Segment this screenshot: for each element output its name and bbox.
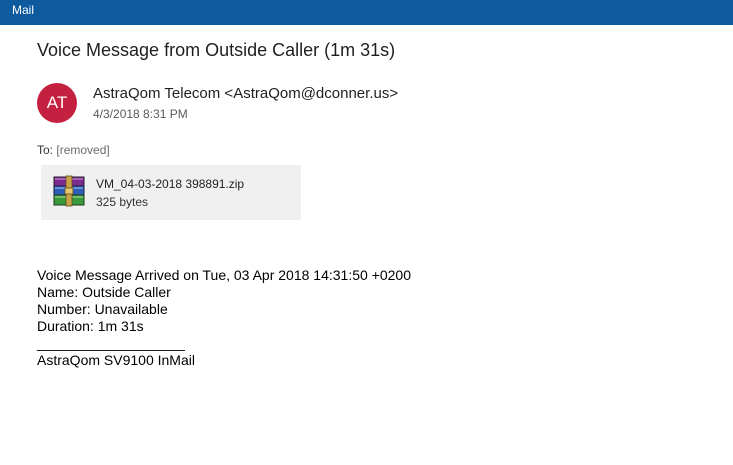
- body-line-arrived: Voice Message Arrived on Tue, 03 Apr 201…: [37, 267, 411, 283]
- app-title: Mail: [12, 3, 35, 17]
- sent-date: 4/3/2018 8:31 PM: [93, 107, 188, 121]
- attachment-file-name: VM_04-03-2018 398891.zip: [96, 177, 245, 191]
- message-body: Voice Message Arrived on Tue, 03 Apr 201…: [37, 267, 411, 369]
- winrar-archive-icon: [53, 175, 85, 207]
- message-subject: Voice Message from Outside Caller (1m 31…: [37, 40, 396, 60]
- body-line-number: Number: Unavailable: [37, 301, 168, 317]
- body-line-duration: Duration: 1m 31s: [37, 318, 144, 334]
- avatar[interactable]: AT: [37, 83, 77, 123]
- recipients-line: To: [removed]: [37, 143, 110, 157]
- body-signature: AstraQom SV9100 InMail: [37, 352, 195, 368]
- attachment-file-size: 325 bytes: [96, 195, 149, 209]
- attachment-card[interactable]: VM_04-03-2018 398891.zip 325 bytes: [41, 165, 301, 220]
- to-label: To:: [37, 143, 54, 157]
- body-line-name: Name: Outside Caller: [37, 284, 171, 300]
- to-value[interactable]: [removed]: [56, 143, 109, 157]
- body-separator: ___________________: [37, 335, 185, 351]
- sender-name[interactable]: AstraQom Telecom <AstraQom@dconner.us>: [93, 85, 398, 102]
- title-bar: Mail: [0, 0, 733, 25]
